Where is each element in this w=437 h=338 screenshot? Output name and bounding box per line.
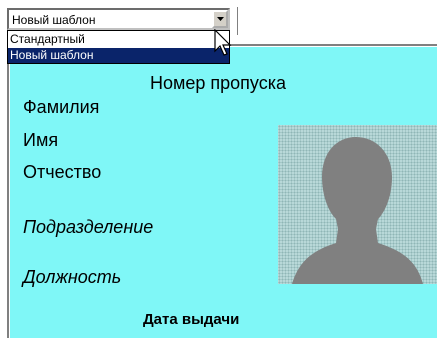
- template-select-dropdown-button[interactable]: [212, 10, 228, 28]
- pass-card-preview: Номер пропуска Фамилия Имя Отчество Подр…: [10, 47, 437, 338]
- template-select[interactable]: Новый шаблон: [7, 8, 230, 30]
- photo-placeholder: [278, 125, 437, 284]
- last-name-label: Фамилия: [23, 97, 100, 117]
- issue-date-label: Дата выдачи: [143, 311, 240, 328]
- dropdown-option-standard[interactable]: Стандартный: [8, 32, 229, 47]
- card-title: Номер пропуска: [150, 73, 287, 93]
- patronymic-label: Отчество: [23, 162, 102, 182]
- department-label: Подразделение: [23, 217, 154, 237]
- first-name-label: Имя: [23, 130, 59, 150]
- template-select-value: Новый шаблон: [12, 13, 96, 27]
- template-dropdown-list: Стандартный Новый шаблон: [7, 30, 230, 64]
- position-label: Должность: [23, 267, 122, 287]
- mouse-pointer-icon: [214, 29, 232, 56]
- chevron-down-icon: [217, 17, 224, 21]
- toolbar-separator: [237, 7, 241, 35]
- dropdown-option-new-template[interactable]: Новый шаблон: [8, 48, 229, 63]
- person-silhouette-icon: [292, 137, 423, 284]
